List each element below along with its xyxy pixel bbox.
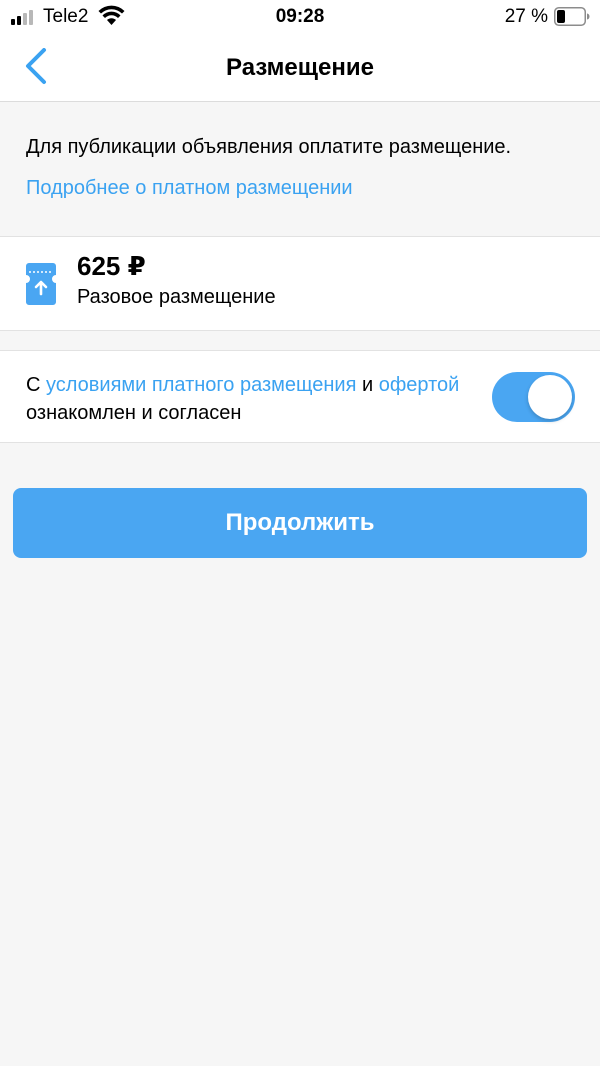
- battery-percentage: 27 %: [504, 6, 548, 27]
- offer-link[interactable]: офертой: [379, 374, 460, 396]
- back-button[interactable]: [16, 48, 56, 88]
- placement-option: 625 ₽ Разовое размещение: [0, 236, 600, 331]
- payment-info-text: Для публикации объявления оплатите разме…: [26, 136, 512, 158]
- agreement-row: С условиями платного размещения и оферто…: [0, 350, 600, 443]
- toggle-knob: [528, 375, 572, 419]
- agreement-suffix: ознакомлен и согласен: [26, 402, 242, 424]
- carrier-name: Tele2: [43, 6, 89, 27]
- continue-button[interactable]: Продолжить: [13, 488, 587, 558]
- status-bar: Tele2 09:28 27 %: [0, 0, 600, 34]
- agreement-and: и: [356, 374, 379, 396]
- price: 625 ₽: [77, 251, 146, 281]
- terms-link[interactable]: условиями платного размещения: [46, 374, 356, 396]
- info-section: Для публикации объявления оплатите разме…: [0, 102, 600, 236]
- nav-bar: Размещение: [0, 34, 600, 102]
- page-title: Размещение: [226, 54, 374, 81]
- wifi-icon: [98, 5, 125, 25]
- ticket-icon: [26, 263, 56, 305]
- paid-placement-info-link[interactable]: Подробнее о платном размещении: [26, 176, 353, 200]
- chevron-left-icon: [26, 48, 46, 84]
- signal-strength-icon: [11, 9, 37, 25]
- agreement-text: С условиями платного размещения и оферто…: [26, 371, 466, 427]
- agreement-prefix: С: [26, 374, 46, 396]
- placement-type: Разовое размещение: [77, 286, 276, 308]
- agreement-toggle[interactable]: [492, 372, 575, 422]
- battery-icon: [554, 7, 590, 26]
- payment-screen: Tele2 09:28 27 % Размещение Для публикац…: [0, 0, 600, 1066]
